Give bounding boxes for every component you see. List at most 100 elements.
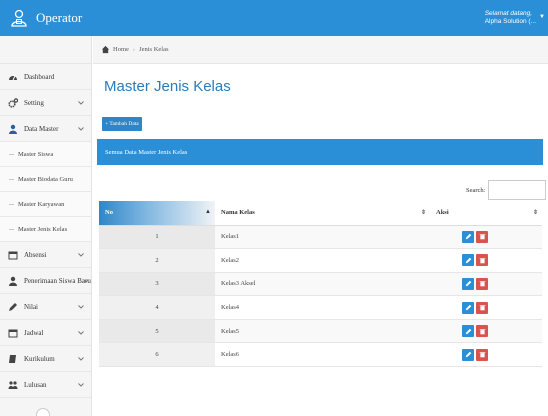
search-input[interactable]	[487, 180, 546, 200]
pencil-icon	[465, 328, 471, 334]
delete-button[interactable]	[476, 348, 488, 361]
graduation-icon	[8, 380, 18, 390]
edit-button[interactable]	[462, 230, 474, 243]
pencil-icon	[465, 304, 471, 311]
sidebar-item-label: Jadwal	[24, 328, 44, 337]
column-header-no[interactable]: No ▲	[99, 201, 215, 226]
sidebar-item-setting[interactable]: Setting	[0, 90, 91, 116]
sidebar-subitem-master-siswa[interactable]: Master Siswa	[0, 142, 91, 167]
edit-button[interactable]	[462, 348, 474, 361]
app-title: Operator	[36, 10, 83, 25]
trash-icon	[479, 352, 485, 358]
sidebar-subitem-label: Master Siswa	[18, 150, 54, 158]
search-box: Search:	[466, 180, 546, 200]
breadcrumb-current: Jenis Kelas	[139, 46, 169, 53]
pencil-icon	[465, 257, 471, 264]
table-row: 4 Kelas4	[99, 295, 542, 320]
top-navbar: Operator Selamat datang, Alpha Solution …	[0, 0, 548, 36]
dashboard-icon	[8, 72, 18, 82]
sidebar-subitem-label: Master Jenis Kelas	[18, 225, 68, 233]
home-icon	[101, 45, 110, 54]
trash-icon	[479, 257, 485, 264]
sidebar-subitem-master-jenis-kelas[interactable]: Master Jenis Kelas	[0, 217, 91, 242]
edit-button[interactable]	[462, 325, 474, 338]
sidebar-item-jadwal[interactable]: Jadwal	[0, 320, 91, 346]
delete-button[interactable]	[476, 230, 488, 243]
edit-button[interactable]	[462, 277, 474, 290]
sidebar-item-label: Kurikulum	[24, 354, 55, 363]
book-icon	[8, 354, 18, 364]
chevron-down-icon	[78, 101, 84, 105]
sidebar-item-label: Lulusan	[24, 380, 47, 389]
pencil-icon	[465, 351, 471, 358]
sidebar-subitem-label: Master Biodata Guru	[18, 175, 73, 183]
cell-nama-kelas: Kelas5	[215, 319, 430, 344]
sidebar-subitem-label: Master Karyawan	[18, 200, 65, 208]
cell-aksi	[430, 225, 542, 250]
cell-nama-kelas: Kelas3 Aksel	[215, 272, 430, 297]
trash-icon	[479, 281, 485, 287]
sort-icon: ⇕	[420, 210, 426, 216]
cell-nama-kelas: Kelas1	[215, 225, 430, 250]
cell-aksi	[430, 248, 542, 273]
sidebar: Dashboard Setting Data Master Master Sis…	[0, 36, 92, 416]
sidebar-subitem-master-biodata-guru[interactable]: Master Biodata Guru	[0, 167, 91, 192]
cell-no: 6	[99, 342, 215, 368]
table-row: 6 Kelas6	[99, 342, 542, 368]
sort-icon: ⇕	[532, 210, 538, 216]
chevron-down-icon	[78, 331, 84, 335]
user-menu[interactable]: Selamat datang, Alpha Solution (... ▼	[485, 10, 548, 26]
sidebar-collapse-button[interactable]	[36, 408, 50, 416]
breadcrumb: Home › Jenis Kelas	[93, 36, 548, 64]
breadcrumb-home[interactable]: Home	[113, 46, 129, 53]
cell-no: 2	[99, 248, 215, 273]
edit-button[interactable]	[462, 301, 474, 314]
cell-no: 1	[99, 225, 215, 250]
delete-button[interactable]	[476, 254, 488, 267]
search-label: Search:	[466, 186, 486, 194]
operator-user-icon	[11, 9, 27, 27]
sidebar-item-penerimaan-siswa-baru[interactable]: Penerimaan Siswa Baru	[0, 268, 91, 294]
delete-button[interactable]	[476, 277, 488, 290]
sidebar-item-label: Penerimaan Siswa Baru	[24, 276, 91, 285]
sidebar-item-label: Dashboard	[24, 72, 55, 81]
sidebar-item-nilai[interactable]: Nilai	[0, 294, 91, 320]
trash-icon	[479, 234, 485, 240]
calendar-icon	[8, 328, 18, 338]
user-name: Alpha Solution (...	[484, 18, 536, 25]
sidebar-item-label: Nilai	[24, 302, 38, 311]
pencil-icon	[465, 233, 471, 240]
cell-no: 4	[99, 295, 215, 320]
sidebar-subitem-master-karyawan[interactable]: Master Karyawan	[0, 192, 91, 217]
delete-button[interactable]	[476, 301, 488, 314]
table-header-row: No ▲ Nama Kelas ⇕ Aksi ⇕	[99, 201, 542, 226]
trash-icon	[479, 328, 485, 334]
breadcrumb-separator: ›	[132, 46, 136, 53]
data-table: No ▲ Nama Kelas ⇕ Aksi ⇕ 1 Kelas1 2 Kela…	[99, 201, 542, 368]
calendar-icon	[8, 250, 18, 260]
delete-button[interactable]	[476, 325, 488, 338]
add-data-button[interactable]: + Tambah Data	[102, 117, 142, 131]
table-row: 1 Kelas1	[99, 225, 542, 250]
trash-icon	[479, 305, 485, 311]
sidebar-item-label: Setting	[24, 98, 44, 107]
edit-button[interactable]	[462, 254, 474, 267]
cell-no: 5	[99, 319, 215, 344]
sidebar-item-kurikulum[interactable]: Kurikulum	[0, 346, 91, 372]
table-row: 3 Kelas3 Aksel	[99, 272, 542, 297]
chevron-down-icon	[78, 253, 84, 257]
sidebar-item-dashboard[interactable]: Dashboard	[0, 64, 91, 90]
chevron-down-icon	[78, 357, 84, 361]
gears-icon	[8, 97, 18, 108]
column-header-nama-kelas[interactable]: Nama Kelas ⇕	[215, 201, 430, 226]
sidebar-item-absensi[interactable]: Absensi	[0, 242, 91, 268]
column-header-aksi[interactable]: Aksi ⇕	[430, 201, 542, 226]
chevron-down-icon	[78, 383, 84, 387]
brand[interactable]: Operator	[0, 0, 92, 36]
cell-nama-kelas: Kelas2	[215, 248, 430, 273]
sidebar-item-data-master[interactable]: Data Master	[0, 116, 91, 142]
chevron-down-icon	[78, 127, 84, 131]
chevron-down-icon	[78, 305, 84, 309]
table-row: 2 Kelas2	[99, 248, 542, 273]
sidebar-item-lulusan[interactable]: Lulusan	[0, 372, 91, 398]
